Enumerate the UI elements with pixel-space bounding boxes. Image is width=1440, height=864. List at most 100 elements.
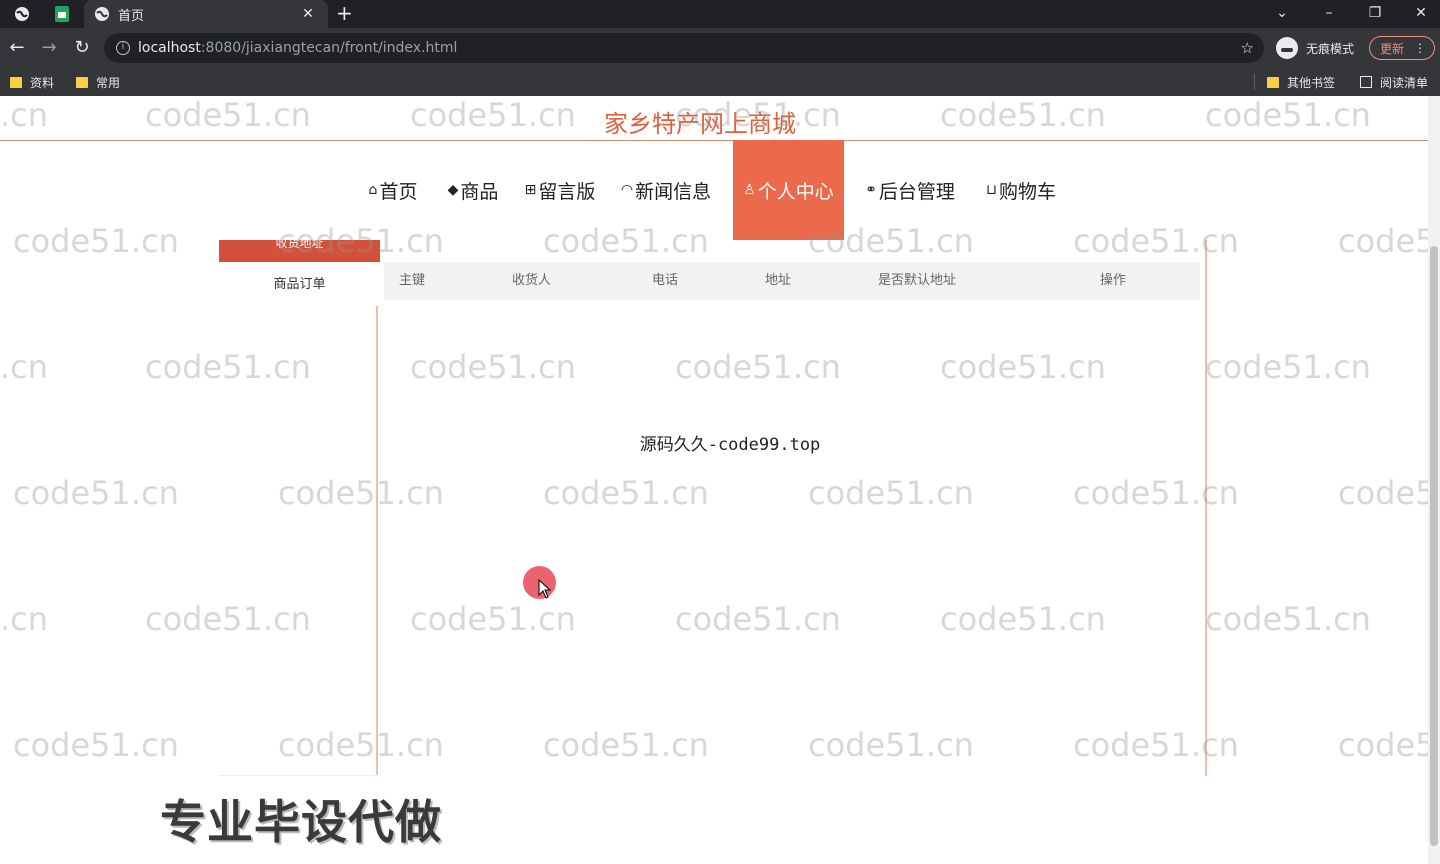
watermark: code51.cn [145,600,311,638]
nav-item-products[interactable]: ◆ 商品 [442,140,504,240]
folder-icon [76,76,88,88]
nav-item-news[interactable]: ◠ 新闻信息 [615,140,717,240]
nav-label: 留言版 [538,180,596,203]
site-title: 家乡特产网上商城 [604,110,796,138]
address-table-header: 主键 收货人 电话 地址 是否默认地址 操作 [384,262,1200,300]
column-header-default: 是否默认地址 [878,273,957,288]
watermark: code51.cn [808,726,974,764]
address-bar[interactable]: i localhost:8080/jiaxiangtecan/front/ind… [104,33,1264,63]
url-host: localhost [138,40,201,56]
bookmark-star-icon[interactable]: ☆ [1241,39,1254,57]
reload-button[interactable]: ↻ [70,36,94,60]
column-header-receiver: 收货人 [512,273,552,288]
info-icon[interactable]: i [116,41,130,55]
other-bookmarks[interactable]: 其他书签 [1267,74,1335,90]
watermark: code51.cn [1073,474,1239,512]
content-right-border [1205,240,1207,776]
watermark: code51.cn [675,600,841,638]
watermark: code51.cn [1205,600,1371,638]
spreadsheet-icon [55,6,69,22]
watermark: .cn [0,348,49,386]
user-icon: ♙ [743,182,756,198]
reading-list[interactable]: 阅读清单 [1360,74,1428,90]
home-icon: ⌂ [368,182,378,198]
watermark: code51.cn [543,726,709,764]
watermark: code5 [1338,726,1436,764]
active-tab[interactable]: 首页 ✕ [84,0,328,28]
nav-label: 首页 [379,180,418,203]
watermark: code51.cn [543,474,709,512]
nav-label: 新闻信息 [635,180,712,203]
page-content: 家乡特产网上商城 ⌂ 首页 ◆ 商品 ⊞ 留言版 ◠ 新闻信息 ♙ 个人中心 ⚭ 后台管理 … [0,96,1440,864]
nav-item-guestbook[interactable]: ⊞ 留言版 [520,140,600,240]
nav-item-profile[interactable]: ♙ 个人中心 [733,140,844,240]
sidebar-item-label: 收货地址 [275,240,324,250]
browser-toolbar: ← → ↻ i localhost:8080/jiaxiangtecan/fro… [0,28,1440,68]
gift-icon: ⊞ [524,182,537,198]
bookmark-folder-ziliao[interactable]: 资料 [10,74,54,90]
minimize-button[interactable]: – [1317,2,1341,24]
incognito-indicator[interactable]: 无痕模式 [1276,36,1354,60]
nav-item-home[interactable]: ⌂ 首页 [362,140,424,240]
watermark: code51.cn [1073,726,1239,764]
browser-tab-bar: 首页 ✕ + ⌄ – ❐ ✕ [0,0,1440,28]
forward-button[interactable]: → [37,36,61,60]
watermark: code51.cn [13,474,179,512]
column-header-phone: 电话 [652,273,679,288]
dashboard-icon: ◠ [620,182,634,198]
close-window-button[interactable]: ✕ [1409,2,1433,24]
back-button[interactable]: ← [5,36,29,60]
nav-label: 商品 [460,180,499,203]
sidebar-item-address[interactable]: 收货地址 [219,240,380,262]
column-header-id: 主键 [399,273,426,288]
folder-icon [10,76,22,88]
incognito-icon [1276,37,1298,59]
nav-label: 购物车 [998,180,1056,203]
bookmark-label: 资料 [30,75,55,90]
close-tab-icon[interactable]: ✕ [298,6,318,22]
sidebar-bottom-border [219,775,378,776]
watermark: code51.cn [13,726,179,764]
restore-button[interactable]: ❐ [1363,2,1387,24]
mouse-cursor-icon [538,579,552,599]
sidebar-item-orders[interactable]: 商品订单 [219,274,380,296]
layers-icon: ◆ [447,182,459,198]
watermark: code51.cn [940,348,1106,386]
url-path: :8080/jiaxiangtecan/front/index.html [200,40,458,56]
bookmark-label: 常用 [96,75,121,90]
new-tab-button[interactable]: + [336,2,353,24]
promo-overlay-text: 专业毕设代做 [160,795,442,849]
watermark: code51.cn [1205,348,1371,386]
source-note: 源码久久-code99.top [639,435,821,455]
tab-title: 首页 [118,8,145,24]
watermark: code51.cn [675,348,841,386]
watermark: code51.cn [278,474,444,512]
link-icon: ⚭ [865,182,877,198]
column-header-address: 地址 [765,273,792,288]
bookmarks-divider [1254,74,1255,90]
watermark: .cn [0,600,49,638]
watermark: code51.cn [410,600,576,638]
sheets-pinned-tab[interactable] [52,4,72,24]
nav-item-admin[interactable]: ⚭ 后台管理 [858,140,962,240]
bookmark-folder-changyong[interactable]: 常用 [76,74,120,90]
watermark: code51.cn [808,474,974,512]
globe-icon [95,7,109,21]
tab-search-icon[interactable]: ⌄ [1270,2,1294,24]
browser-pinned-tab[interactable] [12,4,32,24]
reading-list-icon [1360,76,1372,88]
nav-item-cart[interactable]: ⊔ 购物车 [980,140,1062,240]
column-header-actions: 操作 [1100,273,1127,288]
folder-icon [1267,76,1279,88]
scrollbar-thumb[interactable] [1430,246,1438,846]
bookmarks-bar: 资料 常用 其他书签 阅读清单 [0,68,1440,96]
nav-label: 个人中心 [757,180,834,203]
bookmark-label: 其他书签 [1287,75,1336,90]
main-nav: ⌂ 首页 ◆ 商品 ⊞ 留言版 ◠ 新闻信息 ♙ 个人中心 ⚭ 后台管理 ⊔ 购物车 [0,140,1428,240]
more-menu-icon[interactable]: ⋮ [1414,41,1426,55]
watermark: code51.cn [410,348,576,386]
bookmark-label: 阅读清单 [1380,75,1429,90]
update-button[interactable]: 更新 ⋮ [1369,36,1435,60]
sidebar-divider [376,306,378,776]
watermark: code5 [1338,474,1436,512]
